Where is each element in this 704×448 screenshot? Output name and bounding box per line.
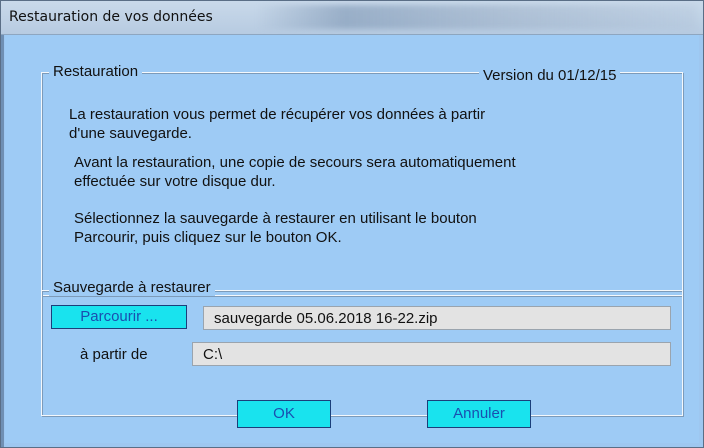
dialog-content: Restauration Version du 01/12/15 La rest… [5, 35, 699, 443]
backup-copy-line-2: effectuée sur votre disque dur. [74, 173, 276, 190]
window-left-border [1, 35, 4, 447]
cancel-button[interactable]: Annuler [427, 400, 531, 428]
instructions-line-2: Parcourir, puis cliquez sur le bouton OK… [74, 229, 342, 246]
restore-group-label: Restauration [49, 63, 143, 80]
intro-paragraph: La restauration vous permet de récupérer… [69, 105, 485, 143]
browse-button[interactable]: Parcourir ... [51, 305, 187, 329]
ok-button-label: OK [273, 405, 295, 422]
from-path-field[interactable]: C:\ [192, 342, 671, 366]
browse-button-label: Parcourir ... [80, 308, 158, 325]
restore-dialog-window: Restauration de vos données Restauration… [0, 0, 704, 448]
window-title: Restauration de vos données [9, 9, 213, 25]
backup-copy-line-1: Avant la restauration, une copie de seco… [74, 154, 516, 171]
title-bar-background-blur [256, 5, 696, 29]
instructions-paragraph: Sélectionnez la sauvegarde à restaurer e… [74, 209, 477, 247]
backup-file-field[interactable]: sauvegarde 05.06.2018 16-22.zip [203, 306, 671, 330]
from-label: à partir de [80, 346, 148, 363]
instructions-line-1: Sélectionnez la sauvegarde à restaurer e… [74, 210, 477, 227]
backup-group-label: Sauvegarde à restaurer [49, 279, 215, 296]
ok-button[interactable]: OK [237, 400, 331, 428]
intro-line-1: La restauration vous permet de récupérer… [69, 106, 486, 123]
backup-copy-paragraph: Avant la restauration, une copie de seco… [74, 153, 516, 191]
cancel-button-label: Annuler [453, 405, 505, 422]
intro-line-2: d'une sauvegarde. [69, 125, 192, 142]
title-bar[interactable]: Restauration de vos données [1, 1, 703, 35]
version-label: Version du 01/12/15 [479, 67, 621, 84]
